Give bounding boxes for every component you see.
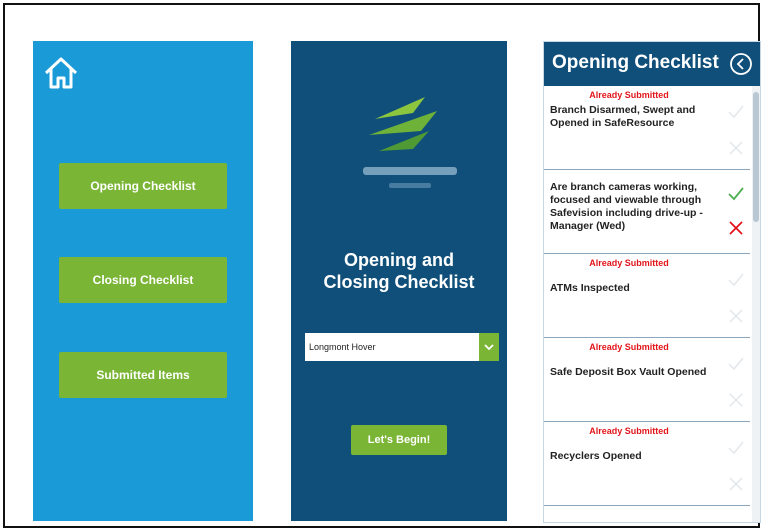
close-icon bbox=[729, 393, 743, 407]
lets-begin-button[interactable]: Let's Begin! bbox=[351, 425, 447, 455]
checklist-list: Already Submitted Branch Disarmed, Swept… bbox=[544, 86, 760, 522]
company-logo bbox=[363, 97, 457, 188]
close-icon bbox=[729, 477, 743, 491]
already-submitted-label: Already Submitted bbox=[589, 342, 669, 352]
check-icon bbox=[728, 357, 744, 371]
opening-checklist-button[interactable]: Opening Checklist bbox=[59, 163, 227, 209]
close-icon[interactable] bbox=[726, 218, 746, 238]
branch-select[interactable]: Longmont Hover bbox=[305, 333, 499, 361]
home-icon[interactable] bbox=[41, 53, 81, 93]
checklist-item-text: Branch Disarmed, Swept and Opened in Saf… bbox=[550, 104, 696, 129]
checklist-item: Are branch cameras working, focused and … bbox=[544, 170, 750, 254]
scrollbar-thumb[interactable] bbox=[753, 92, 759, 222]
checklist-item: Already Submitted ATMs Inspected bbox=[544, 254, 750, 338]
check-icon[interactable] bbox=[726, 184, 746, 204]
checklist-item: Already Submitted Safe Deposit Box Vault… bbox=[544, 338, 750, 422]
app-title: Opening and Closing Checklist bbox=[323, 250, 475, 292]
closing-checklist-button[interactable]: Closing Checklist bbox=[59, 257, 227, 303]
check-icon bbox=[728, 273, 744, 287]
already-submitted-label: Already Submitted bbox=[589, 426, 669, 436]
start-panel: Opening and Closing Checklist Longmont H… bbox=[291, 41, 507, 521]
back-arrow-icon[interactable] bbox=[729, 52, 753, 76]
screenshot-frame: Opening Checklist Closing Checklist Subm… bbox=[3, 3, 761, 528]
close-icon bbox=[729, 141, 743, 155]
check-icon bbox=[728, 441, 744, 455]
checklist-item-text: ATMs Inspected bbox=[550, 282, 630, 294]
checklist-item-text: Are branch cameras working, focused and … bbox=[550, 181, 703, 232]
opening-checklist-panel: Opening Checklist Already Submitted Bran… bbox=[543, 41, 761, 523]
submitted-items-button[interactable]: Submitted Items bbox=[59, 352, 227, 398]
checklist-item-text: Recyclers Opened bbox=[550, 450, 642, 462]
checklist-item-text: Safe Deposit Box Vault Opened bbox=[550, 366, 707, 378]
checklist-item: Already Submitted Recyclers Opened bbox=[544, 422, 750, 506]
home-menu-panel: Opening Checklist Closing Checklist Subm… bbox=[33, 41, 253, 521]
scrollbar[interactable] bbox=[752, 86, 760, 522]
already-submitted-label: Already Submitted bbox=[589, 258, 669, 268]
already-submitted-label: Already Submitted bbox=[589, 90, 669, 100]
chevron-down-icon[interactable] bbox=[479, 333, 499, 361]
checklist-item: Already Submitted Branch Disarmed, Swept… bbox=[544, 86, 750, 170]
checklist-title: Opening Checklist bbox=[552, 52, 719, 73]
branch-select-value: Longmont Hover bbox=[309, 342, 376, 352]
close-icon bbox=[729, 309, 743, 323]
checklist-header: Opening Checklist bbox=[544, 42, 760, 86]
check-icon bbox=[728, 105, 744, 119]
